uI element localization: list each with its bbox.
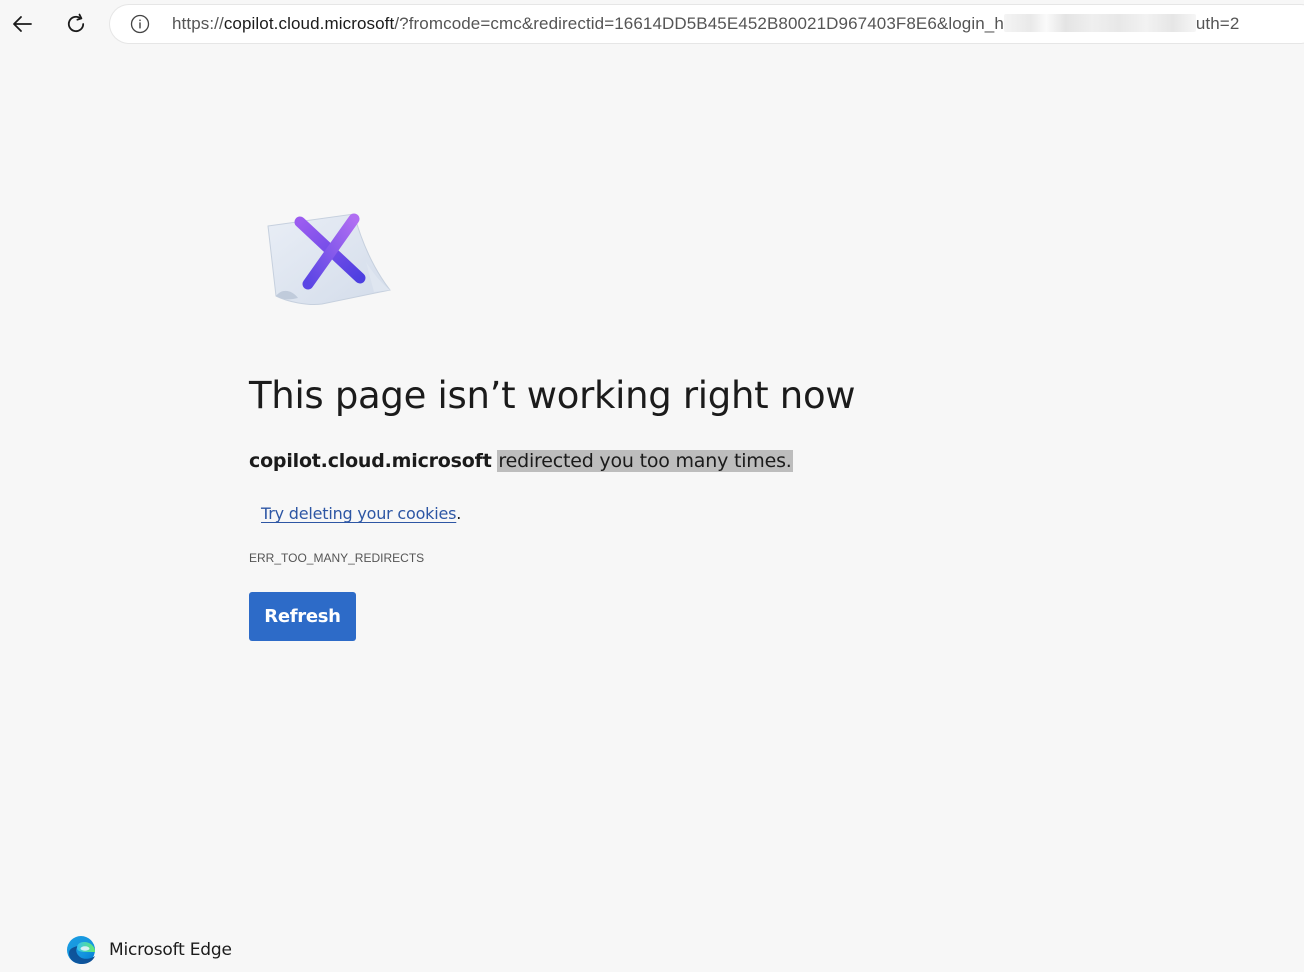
broken-page-x-icon <box>267 213 391 305</box>
error-host: copilot.cloud.microsoft <box>249 450 492 472</box>
refresh-icon <box>67 13 85 33</box>
address-bar[interactable]: https://copilot.cloud.microsoft/?fromcod… <box>110 5 1304 43</box>
suggestion-item: Try deleting your cookies. <box>261 501 461 527</box>
reload-button[interactable] <box>58 6 94 42</box>
error-description: redirected you too many times. <box>497 450 793 472</box>
error-code: ERR_TOO_MANY_REDIRECTS <box>249 551 425 565</box>
arrow-left-icon <box>13 16 32 32</box>
browser-toolbar: https://copilot.cloud.microsoft/?fromcod… <box>0 0 1304 49</box>
url-text[interactable]: https://copilot.cloud.microsoft/?fromcod… <box>172 14 1239 34</box>
suggestion-suffix: . <box>456 504 462 523</box>
browser-brand-label: Microsoft Edge <box>109 940 232 960</box>
url-tail: uth=2 <box>1195 14 1240 33</box>
delete-cookies-link[interactable]: Try deleting your cookies <box>261 504 456 523</box>
error-message: copilot.cloud.microsoft redirected you t… <box>249 446 793 476</box>
url-path: /?fromcode=cmc&redirectid=16614DD5B45E45… <box>394 14 1004 33</box>
info-circle-icon[interactable] <box>130 14 150 34</box>
browser-branding: Microsoft Edge <box>66 934 232 966</box>
url-scheme: https:// <box>172 14 224 33</box>
url-redacted-region <box>1003 14 1196 32</box>
page-title: This page isn’t working right now <box>249 374 856 417</box>
refresh-button[interactable]: Refresh <box>249 592 356 641</box>
url-host: copilot.cloud.microsoft <box>223 14 395 33</box>
microsoft-edge-icon <box>67 936 95 964</box>
back-button[interactable] <box>4 6 40 42</box>
